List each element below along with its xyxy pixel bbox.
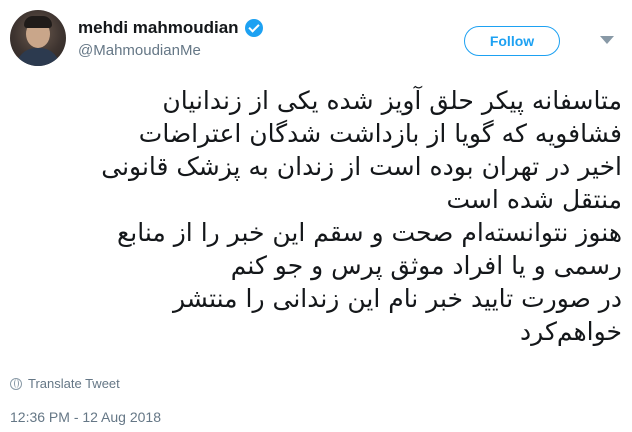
- globe-icon: [10, 377, 22, 390]
- translate-tweet-link[interactable]: Translate Tweet: [10, 376, 120, 391]
- tweet-line: رسمی و یا افراد موثق پرس و جو کنم: [230, 251, 622, 280]
- verified-badge-icon: [244, 19, 263, 37]
- tweet-line: در صورت تایید خبر نام این زندانی را منتش…: [173, 284, 622, 313]
- avatar-hair: [24, 16, 52, 28]
- tweet-timestamp[interactable]: 12:36 PM - 12 Aug 2018: [10, 409, 161, 425]
- follow-button[interactable]: Follow: [464, 26, 560, 56]
- tweet-line: متاسفانه پیکر حلق آویز شده یکی از زندانی…: [162, 86, 622, 115]
- display-name[interactable]: mehdi mahmoudian: [78, 18, 239, 38]
- tweet-line: هنوز نتوانسته‌ام صحت و سقم این خبر را از…: [116, 218, 622, 247]
- avatar[interactable]: [10, 10, 66, 66]
- user-names: mehdi mahmoudian @MahmoudianMe: [78, 18, 263, 59]
- tweet-line: خواهم‌کرد: [520, 317, 622, 346]
- display-name-row[interactable]: mehdi mahmoudian: [78, 18, 263, 38]
- user-handle[interactable]: @MahmoudianMe: [78, 42, 263, 59]
- tweet-text: متاسفانه پیکر حلق آویز شده یکی از زندانی…: [10, 84, 622, 348]
- tweet-line: منتقل شده است: [446, 185, 622, 214]
- tweet-line: فشافویه که گویا از بازداشت شدگان اعتراضا…: [138, 119, 622, 148]
- tweet-header: mehdi mahmoudian @MahmoudianMe Follow: [10, 10, 622, 74]
- avatar-shirt: [16, 48, 60, 66]
- chevron-down-icon[interactable]: [600, 36, 614, 44]
- tweet-line: اخیر در تهران بوده است از زندان به پزشک …: [101, 152, 622, 181]
- translate-label[interactable]: Translate Tweet: [28, 376, 120, 391]
